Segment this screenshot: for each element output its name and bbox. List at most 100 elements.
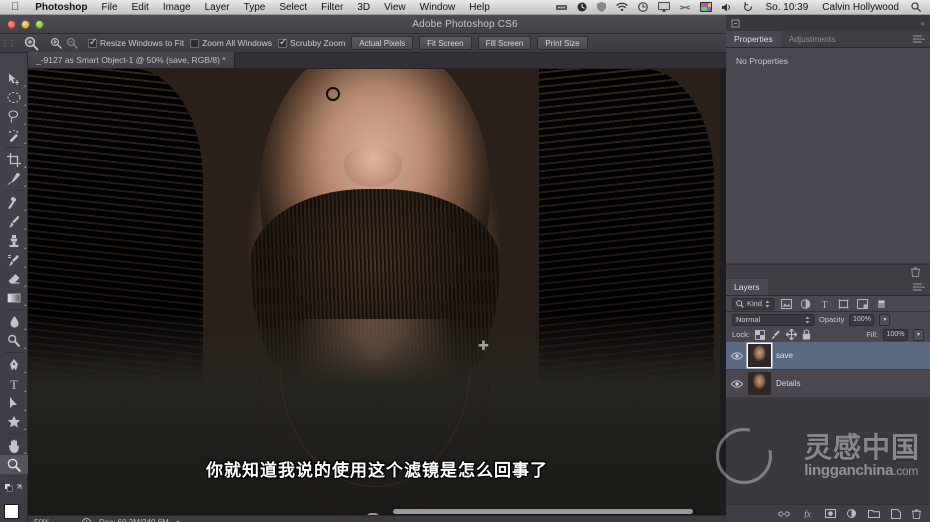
sync-icon[interactable]: [738, 2, 758, 12]
menu-item-type[interactable]: Type: [237, 0, 273, 15]
clock-icon[interactable]: [572, 2, 592, 12]
menu-item-edit[interactable]: Edit: [125, 0, 156, 15]
menubar-username[interactable]: Calvin Hollywood: [815, 2, 906, 13]
lasso-tool[interactable]: [0, 107, 28, 126]
path-selection-tool[interactable]: [0, 393, 28, 412]
menu-item-file[interactable]: File: [94, 0, 124, 15]
elliptical-marquee-tool[interactable]: [0, 88, 28, 107]
color-swatches[interactable]: [0, 502, 27, 522]
fill-stepper[interactable]: ▾: [913, 328, 924, 341]
brush-tool[interactable]: [0, 212, 28, 231]
layers-panel-menu-icon[interactable]: [908, 279, 930, 295]
adjustment-layer-filter-icon[interactable]: [799, 298, 812, 310]
zoom-direction-buttons[interactable]: [48, 36, 82, 51]
lock-all-icon[interactable]: [802, 329, 811, 340]
new-group-icon[interactable]: [868, 509, 880, 518]
lock-transparent-pixels-icon[interactable]: [754, 329, 765, 340]
ellipsis-icon[interactable]: [551, 3, 572, 12]
foreground-color-swatch[interactable]: [4, 504, 19, 519]
wifi-icon[interactable]: [611, 2, 633, 12]
tab-properties[interactable]: Properties: [726, 31, 781, 47]
fill-value-field[interactable]: 100%: [883, 328, 908, 341]
type-tool[interactable]: T: [0, 374, 28, 393]
display-icon[interactable]: [653, 2, 675, 12]
clone-stamp-tool[interactable]: [0, 231, 28, 250]
default-colors-swap-icons[interactable]: [0, 479, 28, 498]
layer-style-fx-icon[interactable]: fx: [801, 509, 814, 518]
options-bar-grip[interactable]: ⋮⋮: [1, 35, 16, 52]
smart-object-filter-icon[interactable]: [856, 298, 869, 310]
opacity-stepper[interactable]: ▾: [879, 313, 891, 326]
menu-item-select[interactable]: Select: [272, 0, 314, 15]
time-machine-icon[interactable]: [633, 2, 653, 12]
tab-layers[interactable]: Layers: [726, 279, 768, 295]
status-zoom-level[interactable]: 50%: [34, 518, 74, 522]
blur-tool[interactable]: [0, 312, 28, 331]
spotlight-search-icon[interactable]: [906, 2, 930, 12]
canvas-horizontal-scrollbar[interactable]: [28, 508, 726, 515]
shield-icon[interactable]: [592, 2, 611, 12]
gradient-tool[interactable]: [0, 288, 28, 307]
quick-selection-tool[interactable]: [0, 126, 28, 145]
type-layer-filter-icon[interactable]: T: [818, 298, 831, 310]
layer-name[interactable]: Details: [776, 379, 800, 388]
dodge-tool[interactable]: [0, 331, 28, 350]
actual-pixels-button[interactable]: Actual Pixels: [351, 36, 414, 50]
new-adjustment-layer-icon[interactable]: [847, 509, 857, 518]
menubar-clock[interactable]: So. 10:39: [758, 2, 815, 13]
menu-item-image[interactable]: Image: [156, 0, 198, 15]
history-brush-tool[interactable]: [0, 250, 28, 269]
move-tool[interactable]: [0, 69, 28, 88]
link-layers-icon[interactable]: [778, 510, 790, 518]
add-layer-mask-icon[interactable]: [825, 509, 836, 518]
layer-name[interactable]: save: [776, 351, 793, 360]
document-tab[interactable]: _-9127 as Smart Object-1 @ 50% (save, RG…: [28, 52, 235, 68]
menu-item-photoshop[interactable]: Photoshop: [28, 0, 94, 15]
status-expand-arrow-icon[interactable]: ▶: [177, 519, 182, 522]
layer-visibility-eye-icon[interactable]: [731, 351, 743, 360]
crop-tool[interactable]: [0, 150, 28, 169]
dock-expand-icon[interactable]: «: [921, 19, 925, 28]
resize-windows-to-fit-checkbox[interactable]: Resize Windows to Fit: [88, 37, 184, 48]
menu-item-filter[interactable]: Filter: [314, 0, 350, 15]
new-layer-icon[interactable]: [891, 508, 901, 519]
status-clock-icon[interactable]: [82, 518, 91, 522]
eraser-tool[interactable]: [0, 269, 28, 288]
eyedropper-tool[interactable]: [0, 169, 28, 188]
print-size-button[interactable]: Print Size: [537, 36, 588, 50]
volume-icon[interactable]: [717, 3, 738, 12]
zoom-tool[interactable]: [0, 455, 28, 474]
menu-item-layer[interactable]: Layer: [198, 0, 237, 15]
trash-icon[interactable]: [911, 267, 920, 277]
apple-logo-icon[interactable]: : [0, 1, 28, 13]
document-canvas[interactable]: ✚ 你就知道我说的使用这个滤镜是怎么回事了: [28, 69, 726, 515]
scrubby-zoom-checkbox[interactable]: Scrubby Zoom: [278, 37, 345, 48]
pen-tool[interactable]: [0, 355, 28, 374]
pixel-layer-filter-icon[interactable]: [780, 298, 793, 310]
layer-row-details[interactable]: Details: [726, 370, 930, 398]
spot-healing-brush-tool[interactable]: [0, 193, 28, 212]
filter-toggle-icon[interactable]: [875, 298, 888, 310]
layer-visibility-eye-icon[interactable]: [731, 379, 743, 388]
bluetooth-icon[interactable]: [675, 3, 695, 12]
opacity-value-field[interactable]: 100%: [849, 313, 875, 326]
layer-kind-dropdown[interactable]: Kind: [732, 297, 775, 310]
shape-tool[interactable]: [0, 412, 28, 431]
collapse-icon[interactable]: [731, 19, 740, 28]
hand-tool[interactable]: [0, 436, 28, 455]
shape-layer-filter-icon[interactable]: [837, 298, 850, 310]
layer-thumbnail[interactable]: [748, 372, 771, 395]
horizontal-scrollbar-thumb[interactable]: [393, 509, 693, 514]
blend-mode-dropdown[interactable]: Normal: [732, 313, 814, 326]
fit-screen-button[interactable]: Fit Screen: [419, 36, 472, 50]
layer-row-save[interactable]: save: [726, 342, 930, 370]
tab-adjustments[interactable]: Adjustments: [781, 31, 844, 47]
layer-thumbnail[interactable]: [748, 344, 771, 367]
zoom-tool-icon[interactable]: [20, 35, 42, 52]
fill-screen-button[interactable]: Fill Screen: [477, 36, 532, 50]
properties-panel-menu-icon[interactable]: [908, 31, 930, 47]
menu-item-window[interactable]: Window: [413, 0, 463, 15]
lock-image-pixels-icon[interactable]: [770, 330, 781, 340]
delete-layer-icon[interactable]: [912, 509, 921, 519]
menu-item-3d[interactable]: 3D: [350, 0, 377, 15]
